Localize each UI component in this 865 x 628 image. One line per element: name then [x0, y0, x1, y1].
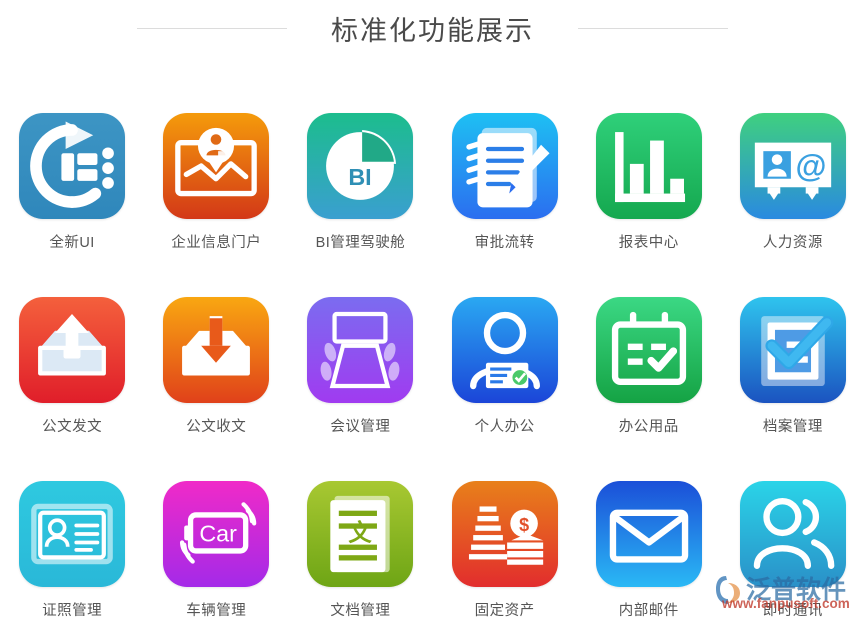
feature-tile-label: 公文收文: [186, 415, 246, 436]
feature-tile-label: 会议管理: [330, 415, 390, 436]
feature-tile[interactable]: [740, 297, 846, 403]
feature-tile-label: 人力资源: [763, 231, 823, 252]
portal-person-chart-icon: [163, 113, 269, 219]
feature-tile-label: 审批流转: [475, 231, 535, 252]
feature-tile-label: 车辆管理: [186, 599, 246, 620]
feature-tile[interactable]: @: [740, 113, 846, 219]
title-divider-right: [578, 28, 728, 29]
feature-tile[interactable]: [596, 297, 702, 403]
money-asset-icon: $: [452, 481, 558, 587]
feature-tile-cell[interactable]: 报表中心: [577, 100, 721, 284]
feature-tile-cell[interactable]: 档案管理: [721, 284, 865, 468]
feature-tile[interactable]: [307, 297, 413, 403]
page-header: 标准化功能展示: [0, 0, 865, 56]
feature-tile-cell[interactable]: 公文收文: [144, 284, 288, 468]
license-card-icon: [19, 481, 125, 587]
feature-tile-label: 个人办公: [475, 415, 535, 436]
calendar-check-icon: [596, 297, 702, 403]
svg-text:Car: Car: [200, 520, 238, 546]
feature-tile-label: 企业信息门户: [171, 231, 261, 252]
archive-check-icon: [740, 297, 846, 403]
feature-tile-label: 公文发文: [42, 415, 102, 436]
feature-tile-label: 固定资产: [475, 599, 535, 620]
feature-tile-label: 档案管理: [763, 415, 823, 436]
feature-tile[interactable]: [452, 297, 558, 403]
envelope-mail-icon: [596, 481, 702, 587]
refresh-layout-icon: [19, 113, 125, 219]
feature-tile-cell[interactable]: BI BI管理驾驶舱: [288, 100, 432, 284]
feature-tile[interactable]: [19, 481, 125, 587]
feature-tile-label: 证照管理: [42, 599, 102, 620]
feature-tile-cell[interactable]: 个人办公: [433, 284, 577, 468]
feature-tile[interactable]: $: [452, 481, 558, 587]
feature-tile[interactable]: [163, 113, 269, 219]
feature-tile-label: 报表中心: [619, 231, 679, 252]
feature-icon-grid: 全新UI 企业信息门户 BI BI管理驾驶舱: [0, 100, 865, 628]
feature-tile-cell[interactable]: Car 车辆管理: [144, 468, 288, 628]
feature-tile-cell[interactable]: 审批流转: [433, 100, 577, 284]
feature-tile[interactable]: [19, 297, 125, 403]
document-text-icon: 文: [307, 481, 413, 587]
feature-tile-cell[interactable]: 全新UI: [0, 100, 144, 284]
feature-tile-label: 全新UI: [49, 231, 95, 252]
feature-tile-cell[interactable]: $ 固定资产: [433, 468, 577, 628]
feature-tile-cell[interactable]: 企业信息门户: [144, 100, 288, 284]
feature-tile-label: BI管理驾驶舱: [316, 231, 406, 252]
page-root: 标准化功能展示 全新UI 企业信息门户 BI: [0, 0, 865, 628]
svg-text:$: $: [519, 515, 529, 535]
hr-badge-at-icon: @: [740, 113, 846, 219]
feature-tile-cell[interactable]: 文 文档管理: [288, 468, 432, 628]
svg-text:BI: BI: [349, 164, 372, 190]
feature-tile[interactable]: [740, 481, 846, 587]
feature-tile[interactable]: 文: [307, 481, 413, 587]
svg-text:文: 文: [349, 518, 373, 545]
title-divider-left: [137, 28, 287, 29]
feature-tile-cell[interactable]: 内部邮件: [577, 468, 721, 628]
bar-chart-icon: [596, 113, 702, 219]
feature-tile-label: 文档管理: [330, 599, 390, 620]
person-card-icon: [452, 297, 558, 403]
car-plate-signal-icon: Car: [163, 481, 269, 587]
outbox-up-arrow-icon: [19, 297, 125, 403]
feature-tile-cell[interactable]: 公文发文: [0, 284, 144, 468]
feature-tile[interactable]: [452, 113, 558, 219]
feature-tile-label: 内部邮件: [619, 599, 679, 620]
feature-tile[interactable]: [596, 481, 702, 587]
feature-tile-cell[interactable]: @ 人力资源: [721, 100, 865, 284]
notepad-pen-icon: [452, 113, 558, 219]
feature-tile-cell[interactable]: 即时通讯: [721, 468, 865, 628]
feature-tile[interactable]: BI: [307, 113, 413, 219]
feature-tile-cell[interactable]: 办公用品: [577, 284, 721, 468]
feature-tile[interactable]: [19, 113, 125, 219]
feature-tile-label: 即时通讯: [763, 599, 823, 620]
inbox-down-arrow-icon: [163, 297, 269, 403]
feature-tile-cell[interactable]: 证照管理: [0, 468, 144, 628]
feature-tile[interactable]: Car: [163, 481, 269, 587]
feature-tile[interactable]: [596, 113, 702, 219]
feature-tile[interactable]: [163, 297, 269, 403]
feature-tile-label: 办公用品: [619, 415, 679, 436]
page-title: 标准化功能展示: [331, 9, 534, 48]
two-people-icon: [740, 481, 846, 587]
svg-text:@: @: [795, 148, 826, 184]
meeting-table-icon: [307, 297, 413, 403]
bi-pie-chart-icon: BI: [307, 113, 413, 219]
feature-tile-cell[interactable]: 会议管理: [288, 284, 432, 468]
